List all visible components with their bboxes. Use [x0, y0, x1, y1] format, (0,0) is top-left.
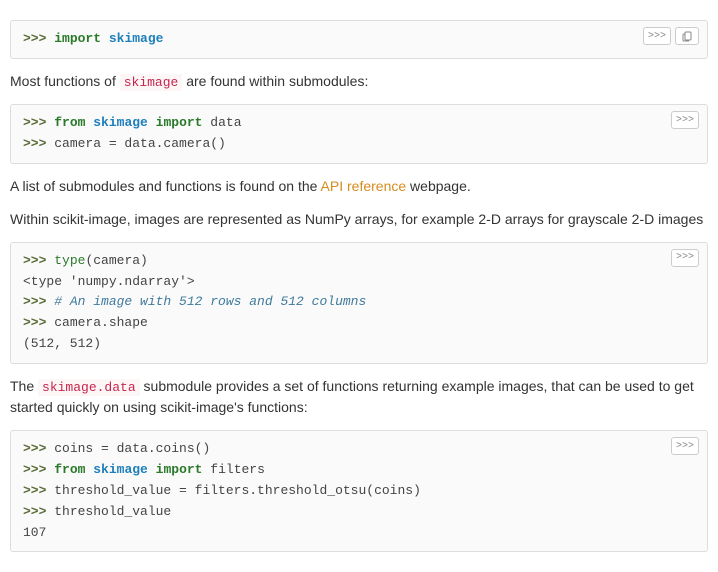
- text: The: [10, 378, 38, 394]
- toggle-prompt-button[interactable]: >>>: [643, 27, 671, 45]
- output-line: <type 'numpy.ndarray'>: [23, 272, 695, 293]
- code-text: coins = data.coins(): [54, 441, 210, 456]
- text: are found within submodules:: [182, 73, 368, 89]
- code-block-1: >>> >>> import skimage: [10, 20, 708, 59]
- import-name: filters: [210, 462, 265, 477]
- text: A list of submodules and functions is fo…: [10, 178, 321, 194]
- code-line: >>> from skimage import filters: [23, 460, 695, 481]
- keyword-import: import: [156, 462, 203, 477]
- prompt: >>>: [23, 136, 46, 151]
- clipboard-icon: [681, 30, 693, 42]
- module-name: skimage: [93, 462, 148, 477]
- code-line: >>> threshold_value = filters.threshold_…: [23, 481, 695, 502]
- prompt: >>>: [23, 253, 46, 268]
- copy-button[interactable]: [675, 27, 699, 45]
- output-line: 107: [23, 523, 695, 544]
- inline-code: skimage: [120, 74, 183, 91]
- module-name: skimage: [93, 115, 148, 130]
- code-block-4: >>> >>> coins = data.coins() >>> from sk…: [10, 430, 708, 552]
- code-line: >>> camera = data.camera(): [23, 134, 695, 155]
- code-line: >>> threshold_value: [23, 502, 695, 523]
- output-line: (512, 512): [23, 334, 695, 355]
- code-block-actions: >>>: [671, 111, 699, 129]
- code-line: >>> camera.shape: [23, 313, 695, 334]
- code-text: threshold_value = filters.threshold_otsu…: [54, 483, 421, 498]
- toggle-prompt-button[interactable]: >>>: [671, 249, 699, 267]
- toggle-prompt-button[interactable]: >>>: [671, 111, 699, 129]
- code-block-actions: >>>: [671, 249, 699, 267]
- text: Most functions of: [10, 73, 120, 89]
- prompt: >>>: [23, 441, 46, 456]
- keyword-from: from: [54, 462, 85, 477]
- text: Within scikit-image, images are represen…: [10, 211, 703, 227]
- keyword-import: import: [54, 31, 101, 46]
- code-block-actions: >>>: [671, 437, 699, 455]
- keyword-from: from: [54, 115, 85, 130]
- text: webpage.: [406, 178, 471, 194]
- paragraph: The skimage.data submodule provides a se…: [10, 376, 708, 419]
- toggle-prompt-button[interactable]: >>>: [671, 437, 699, 455]
- prompt: >>>: [23, 315, 46, 330]
- prompt: >>>: [23, 115, 46, 130]
- code-line: >>> from skimage import data: [23, 113, 695, 134]
- code-line: >>> type(camera): [23, 251, 695, 272]
- code-text: camera = data.camera(): [54, 136, 226, 151]
- prompt: >>>: [23, 483, 46, 498]
- code-block-actions: >>>: [643, 27, 699, 45]
- import-name: data: [210, 115, 241, 130]
- paragraph: Most functions of skimage are found with…: [10, 71, 708, 93]
- prompt: >>>: [23, 31, 46, 46]
- paragraph: A list of submodules and functions is fo…: [10, 176, 708, 197]
- prompt: >>>: [23, 504, 46, 519]
- keyword-import: import: [156, 115, 203, 130]
- builtin-type: type: [54, 253, 85, 268]
- code-text: threshold_value: [54, 504, 171, 519]
- code-line: >>> coins = data.coins(): [23, 439, 695, 460]
- code-line: >>> # An image with 512 rows and 512 col…: [23, 292, 695, 313]
- comment: # An image with 512 rows and 512 columns: [54, 294, 366, 309]
- code-block-3: >>> >>> type(camera) <type 'numpy.ndarra…: [10, 242, 708, 364]
- module-name: skimage: [109, 31, 164, 46]
- code-line: >>> import skimage: [23, 29, 695, 50]
- prompt: >>>: [23, 294, 46, 309]
- prompt: >>>: [23, 462, 46, 477]
- code-block-2: >>> >>> from skimage import data >>> cam…: [10, 104, 708, 164]
- paragraph: Within scikit-image, images are represen…: [10, 209, 708, 230]
- code-text: (camera): [85, 253, 147, 268]
- inline-code: skimage.data: [38, 379, 140, 396]
- code-text: camera.shape: [54, 315, 148, 330]
- api-reference-link[interactable]: API reference: [321, 178, 407, 194]
